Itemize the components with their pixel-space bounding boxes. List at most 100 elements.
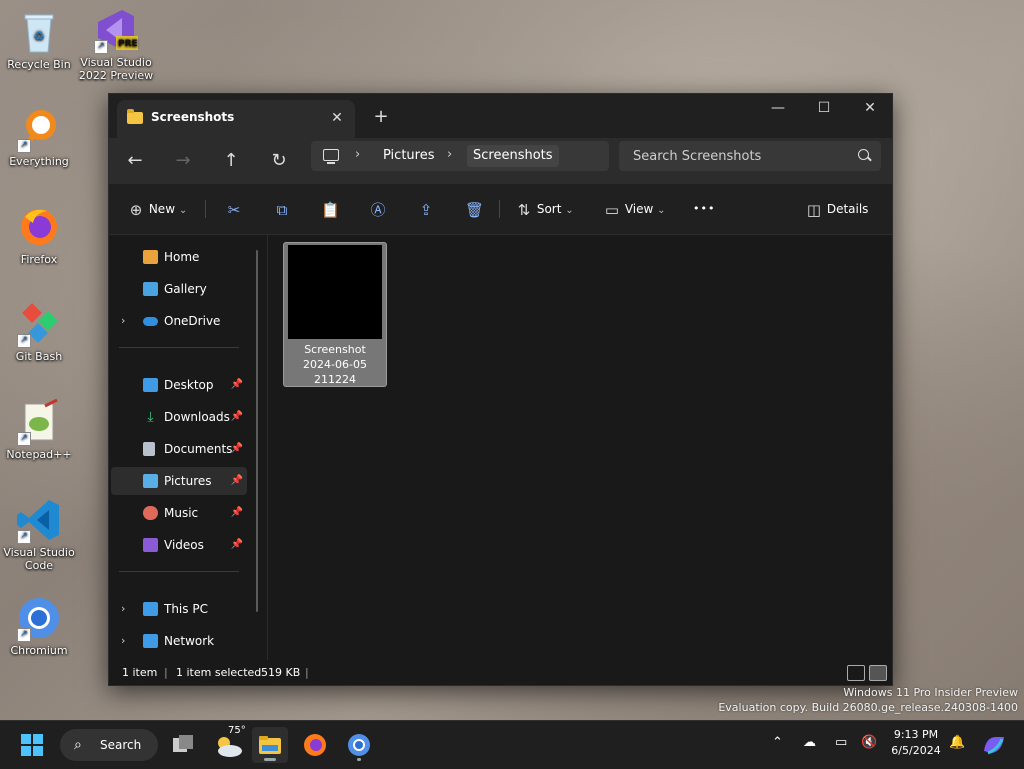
sidebar-item-videos[interactable]: Videos 📌	[111, 531, 247, 559]
notepad-plus-plus-icon: ↗	[15, 398, 63, 446]
expand-chevron-icon[interactable]: ›	[121, 627, 125, 655]
large-icons-view-toggle[interactable]	[869, 665, 887, 681]
sidebar-item-onedrive[interactable]: › OneDrive	[111, 307, 247, 335]
maximize-button[interactable]: ☐	[801, 94, 847, 124]
weather-widget[interactable]: 75°	[210, 725, 246, 763]
refresh-button[interactable]: ↻	[265, 148, 293, 174]
taskbar-firefox[interactable]	[297, 727, 333, 763]
sidebar-scrollbar[interactable]	[256, 250, 258, 612]
up-button[interactable]: ↑	[217, 148, 245, 174]
taskbar-file-explorer[interactable]	[252, 727, 288, 763]
pin-icon[interactable]: 📌	[231, 403, 243, 431]
windows-logo-icon	[21, 734, 43, 756]
git-bash-icon: ↗	[15, 300, 63, 348]
home-icon	[143, 250, 158, 264]
sidebar-item-label: Documents	[164, 442, 233, 456]
desktop-icon-firefox[interactable]: Firefox	[1, 203, 77, 266]
title-bar: Screenshots ✕ + — ☐ ✕	[109, 94, 892, 138]
expand-chevron-icon[interactable]: ›	[121, 595, 125, 623]
clock-date: 6/5/2024	[891, 744, 941, 757]
plus-circle-icon: ⊕	[129, 200, 143, 219]
minimize-button[interactable]: —	[755, 94, 801, 124]
search-input[interactable]	[619, 141, 849, 171]
sidebar-item-documents[interactable]: Documents 📌	[111, 435, 247, 463]
running-indicator	[264, 758, 276, 761]
desktop-icon-recycle-bin[interactable]: ♻ Recycle Bin	[1, 8, 77, 71]
divider	[499, 200, 500, 218]
delete-button[interactable]: 🗑	[465, 196, 484, 222]
chevron-down-icon: ⌄	[657, 205, 666, 216]
cut-button[interactable]: ✂	[225, 196, 243, 222]
sidebar-item-this-pc[interactable]: › This PC	[111, 595, 247, 623]
desktop-icon-chromium[interactable]: ↗ Chromium	[1, 594, 77, 657]
status-separator: |	[305, 666, 309, 679]
gallery-icon	[143, 282, 158, 296]
breadcrumb-pictures[interactable]: Pictures	[383, 148, 434, 163]
search-box[interactable]	[619, 141, 881, 171]
copilot-button[interactable]	[976, 727, 1012, 763]
pin-icon[interactable]: 📌	[231, 435, 243, 463]
address-bar[interactable]: › Pictures › Screenshots	[311, 141, 609, 171]
desktop-icon-notepad-plus-plus[interactable]: ↗ Notepad++	[1, 398, 77, 461]
tab-screenshots[interactable]: Screenshots ✕	[117, 100, 355, 138]
close-tab-button[interactable]: ✕	[327, 108, 347, 128]
sidebar-item-pictures[interactable]: Pictures 📌	[111, 467, 247, 495]
desktop-icon	[143, 378, 158, 392]
copy-button[interactable]: ⧉	[273, 196, 291, 222]
pin-icon[interactable]: 📌	[231, 531, 243, 559]
sidebar-item-downloads[interactable]: ⤓ Downloads 📌	[111, 403, 247, 431]
desktop-icon-label: Chromium	[10, 644, 68, 657]
show-hidden-icons-chevron-icon[interactable]: ⌃	[772, 735, 783, 750]
new-button[interactable]: ⊕ New ⌄	[127, 196, 188, 222]
firefox-icon	[304, 734, 326, 756]
display-icon[interactable]: ▭	[835, 735, 847, 750]
taskbar-search-label: Search	[100, 738, 142, 752]
sidebar-item-home[interactable]: Home	[111, 243, 247, 271]
sidebar-item-network[interactable]: › Network	[111, 627, 247, 655]
desktop-icon-git-bash[interactable]: ↗ Git Bash	[1, 300, 77, 363]
share-button[interactable]: ⇪	[417, 196, 435, 222]
desktop-icon-everything[interactable]: ↗ Everything	[1, 105, 77, 168]
copilot-icon	[984, 737, 1004, 755]
paste-button[interactable]: 📋	[321, 196, 340, 222]
taskbar-search-button[interactable]: ⌕ Search	[60, 729, 158, 761]
pin-icon[interactable]: 📌	[231, 467, 243, 495]
new-tab-button[interactable]: +	[369, 106, 393, 130]
volume-icon[interactable]: 🔇	[861, 735, 877, 750]
details-view-toggle[interactable]	[847, 665, 865, 681]
rename-button[interactable]: Ⓐ	[369, 196, 387, 222]
pin-icon[interactable]: 📌	[231, 371, 243, 399]
shortcut-arrow-icon: ↗	[94, 40, 108, 54]
start-button[interactable]	[14, 727, 50, 763]
network-icon[interactable]: ☁	[803, 735, 816, 750]
status-bar: 1 item | 1 item selected 519 KB |	[109, 660, 892, 685]
sidebar-item-gallery[interactable]: Gallery	[111, 275, 247, 303]
desktop-icon-vscode[interactable]: ↗ Visual Studio Code	[1, 496, 77, 572]
sidebar-item-music[interactable]: Music 📌	[111, 499, 247, 527]
breadcrumb-screenshots[interactable]: Screenshots	[467, 145, 559, 167]
close-window-button[interactable]: ✕	[847, 94, 893, 124]
breadcrumb-chevron-icon[interactable]: ›	[355, 147, 360, 162]
sidebar-item-label: Desktop	[164, 378, 214, 392]
search-icon[interactable]	[858, 149, 869, 160]
view-button[interactable]: ▭ View ⌄	[603, 196, 666, 222]
file-item[interactable]: Screenshot 2024-06-05 211224	[283, 242, 387, 387]
details-pane-button[interactable]: ◫ Details	[805, 196, 869, 222]
notification-bell-icon[interactable]: 🔔	[949, 735, 965, 750]
sidebar-item-desktop[interactable]: Desktop 📌	[111, 371, 247, 399]
video-icon	[143, 538, 158, 552]
pin-icon[interactable]: 📌	[231, 499, 243, 527]
pre-badge: PRE	[118, 39, 138, 49]
back-button[interactable]: ←	[121, 148, 149, 174]
desktop-icon-visual-studio-2022[interactable]: PRE ↗ Visual Studio 2022 Preview	[78, 6, 154, 82]
task-view-button[interactable]	[165, 727, 201, 763]
chevron-down-icon: ⌄	[565, 205, 574, 216]
breadcrumb-chevron-icon[interactable]: ›	[447, 147, 452, 162]
sort-button[interactable]: ⇅ Sort ⌄	[515, 196, 574, 222]
see-more-button[interactable]: •••	[693, 196, 715, 222]
taskbar-chromium[interactable]	[341, 727, 377, 763]
clock[interactable]: 9:13 PM 6/5/2024	[888, 727, 944, 759]
selection-count: 1 item selected	[176, 666, 262, 679]
expand-chevron-icon[interactable]: ›	[121, 307, 125, 335]
forward-button[interactable]: →	[169, 148, 197, 174]
